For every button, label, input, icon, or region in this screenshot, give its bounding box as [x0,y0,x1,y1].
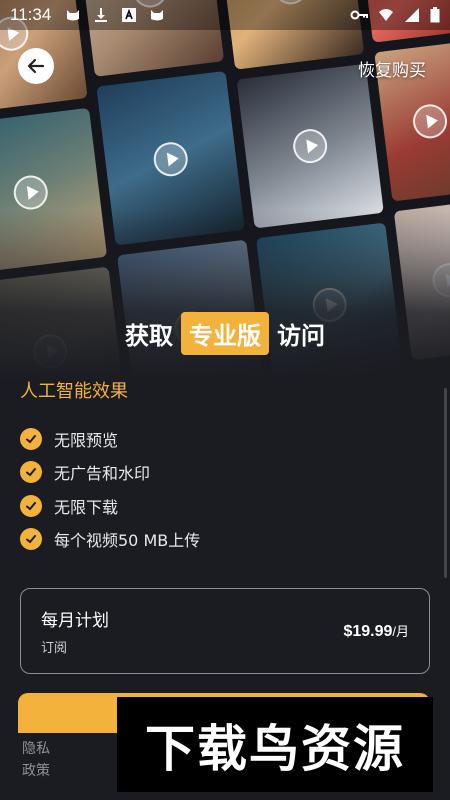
plan-price: $19.99/月 [343,621,409,641]
signal-icon [405,8,419,22]
text-a-icon [122,8,137,22]
feature-label: 无限下载 [54,497,119,517]
cat-icon [67,10,80,21]
check-icon [20,528,42,551]
price-value: $19.99 [343,623,393,640]
cat-icon [151,10,164,21]
list-item: 每个视频50 MB上传 [20,523,200,557]
feature-label: 无广告和水印 [54,464,151,484]
list-item: 无广告和水印 [20,456,200,490]
list-item: 无限预览 [20,422,200,456]
plan-subtitle: 订阅 [41,641,68,656]
check-icon [20,461,42,484]
scrollbar[interactable] [444,388,447,578]
headline-prefix: 获取 [125,322,173,350]
wifi-icon [379,9,393,21]
key-icon [350,10,368,20]
play-icon [291,127,330,166]
restore-purchase-button[interactable]: 恢复购买 [358,56,426,81]
download-icon [95,8,108,22]
price-unit: /月 [392,624,409,639]
play-icon [11,173,50,212]
status-bar: 11:34 [0,0,450,30]
pro-badge: 专业版 [181,312,269,355]
video-thumbnail[interactable] [236,63,384,229]
back-button[interactable] [18,48,54,84]
status-time: 11:34 [10,5,52,24]
play-icon [151,140,190,179]
check-icon [20,427,42,450]
play-icon [411,102,449,141]
battery-icon [430,7,440,23]
privacy-policy-link[interactable]: 隐私政策 [22,738,62,782]
list-item: 无限下载 [20,489,200,523]
check-icon [20,494,42,517]
arrow-left-icon [27,58,45,74]
page-title: 获取 专业版 访问 [0,312,450,355]
feature-label: 每个视频50 MB上传 [54,531,201,551]
feature-label: 无限预览 [54,430,119,450]
monthly-plan-card[interactable]: 每月计划 订阅 $19.99/月 [20,588,430,674]
features-title: 人工智能效果 [20,381,128,402]
feature-list: 无限预览 无广告和水印 无限下载 每个视频50 MB上传 [20,422,200,556]
plan-name: 每月计划 [41,611,109,631]
headline-suffix: 访问 [277,322,325,350]
watermark-logo: 下载鸟资源 [117,697,433,792]
